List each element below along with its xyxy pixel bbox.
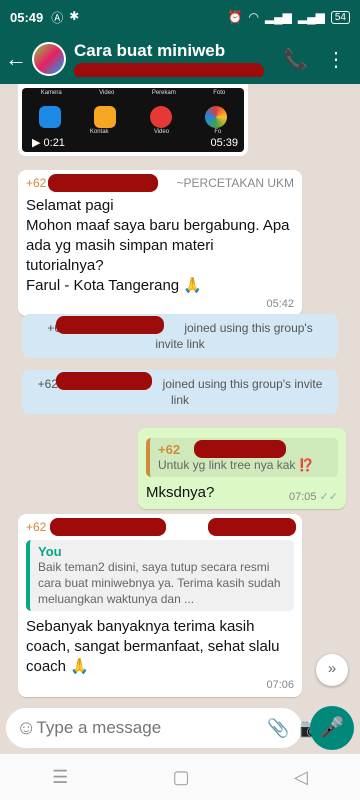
message-input-box[interactable]: ☺ 📎 📷 [6, 708, 322, 748]
back-arrow-icon[interactable]: ← [0, 46, 32, 72]
video-duration-text: 0:21 [43, 137, 65, 149]
sender-phone[interactable]: +62 [26, 176, 46, 192]
video-thumbnail[interactable]: Kamera Video Perekam Foto Kontak Video F… [22, 88, 244, 152]
quoted-message[interactable]: +62 Untuk yg link tree nya kak ⁉️ [146, 438, 338, 477]
video-duration: ▶ 0:21 [32, 137, 65, 149]
wifi-icon: ◠ [248, 10, 259, 24]
redaction-mark [74, 63, 264, 77]
signal2-icon: ▂▄▆ [297, 10, 325, 24]
message-text: Sebanyak banyaknya terima kasih coach, s… [26, 618, 280, 675]
compose-bar: ☺ 📎 📷 🎤 [0, 704, 360, 754]
video-message[interactable]: Kamera Video Perekam Foto Kontak Video F… [18, 84, 248, 156]
sender-name: ~PERCETAKAN UKM [176, 176, 294, 190]
quote-author: You [38, 544, 62, 559]
redaction-mark [56, 316, 164, 334]
back-icon[interactable]: ◁ [294, 767, 308, 788]
folder-icon [38, 106, 61, 128]
redaction-mark [208, 518, 296, 536]
message-text: Mksdnya? [146, 484, 215, 501]
redaction-mark [48, 174, 158, 192]
mic-icon[interactable]: 🎤 [310, 706, 354, 750]
vid-label: Video [99, 90, 115, 96]
home-icon[interactable]: ▢ [173, 767, 190, 788]
quote-text: Baik teman2 disini, saya tutup secara re… [38, 560, 281, 606]
group-avatar[interactable] [32, 42, 66, 76]
more-vert-icon[interactable]: ⋮ [326, 47, 346, 72]
group-title: Cara buat miniweb [74, 41, 226, 60]
vid-sublabel: Kontak [89, 129, 109, 135]
message-time: 07:05 ✓✓ [289, 490, 338, 503]
redaction-mark [50, 518, 166, 536]
chevron-double-down-icon[interactable]: » [316, 654, 348, 686]
app-notif-icon: ✱ [69, 8, 80, 23]
incoming-message[interactable]: +62 You Baik teman2 disini, saya tutup s… [18, 514, 302, 697]
redaction-mark [56, 372, 152, 390]
sender-phone[interactable]: +62 [26, 520, 46, 536]
incoming-message[interactable]: +62 ~PERCETAKAN UKM Selamat pagi Mohon m… [18, 170, 302, 316]
chat-messages[interactable]: Kamera Video Perekam Foto Kontak Video F… [0, 84, 360, 704]
contact-icon [94, 106, 117, 128]
message-time-text: 07:05 [288, 491, 317, 503]
vid-label: Kamera [40, 90, 62, 96]
whatsapp-notif-icon: Ⓐ [51, 10, 64, 25]
notification-icons: Ⓐ ✱ [51, 9, 79, 26]
video-icon [149, 106, 172, 128]
message-time: 05:42 [266, 298, 294, 310]
system-message: +62 joined using this group's invite lin… [22, 370, 338, 414]
system-phone[interactable]: +62 [38, 377, 58, 391]
redaction-mark [194, 440, 286, 458]
message-time: 07:06 [266, 679, 294, 691]
system-nav-bar: ☰ ▢ ◁ [0, 754, 360, 800]
status-right: ⏰ ◠ ▂▄▆ ▂▄▆ 54 [227, 10, 350, 24]
system-text: joined using this group's invite link [162, 377, 323, 407]
vid-label: Foto [213, 90, 226, 96]
status-time: 05:49 [10, 9, 44, 25]
battery-icon: 54 [330, 10, 350, 24]
chat-title-area[interactable]: Cara buat miniweb [74, 41, 283, 77]
quoted-message[interactable]: You Baik teman2 disini, saya tutup secar… [26, 540, 294, 611]
paperclip-icon[interactable]: 📎 [267, 718, 289, 739]
read-ticks-icon: ✓✓ [319, 491, 338, 503]
chat-header: ← Cara buat miniweb 📞 ⋮ [0, 34, 360, 84]
group-subtitle [74, 63, 283, 77]
system-text: joined using this group's invite link [155, 321, 313, 351]
vid-sublabel: Video [153, 129, 170, 135]
signal-icon: ▂▄▆ [264, 10, 292, 24]
outgoing-message[interactable]: +62 Untuk yg link tree nya kak ⁉️ Mksdny… [138, 428, 346, 509]
quote-text: Untuk yg link tree nya kak ⁉️ [158, 458, 314, 472]
pinwheel-icon [205, 106, 228, 128]
emoji-icon[interactable]: ☺ [16, 717, 36, 740]
system-message: +62 joined using this group's invite lin… [22, 314, 338, 358]
vid-label: Perekam [151, 90, 176, 96]
vid-sublabel: Fo [214, 129, 222, 135]
video-time: 05:39 [210, 137, 238, 149]
add-call-icon[interactable]: 📞 [283, 47, 308, 72]
alarm-icon: ⏰ [227, 10, 243, 24]
status-bar: 05:49 Ⓐ ✱ ⏰ ◠ ▂▄▆ ▂▄▆ 54 [0, 0, 360, 34]
message-text: Selamat pagi Mohon maaf saya baru bergab… [26, 197, 290, 294]
message-input[interactable] [36, 718, 258, 738]
recents-icon[interactable]: ☰ [52, 767, 68, 788]
